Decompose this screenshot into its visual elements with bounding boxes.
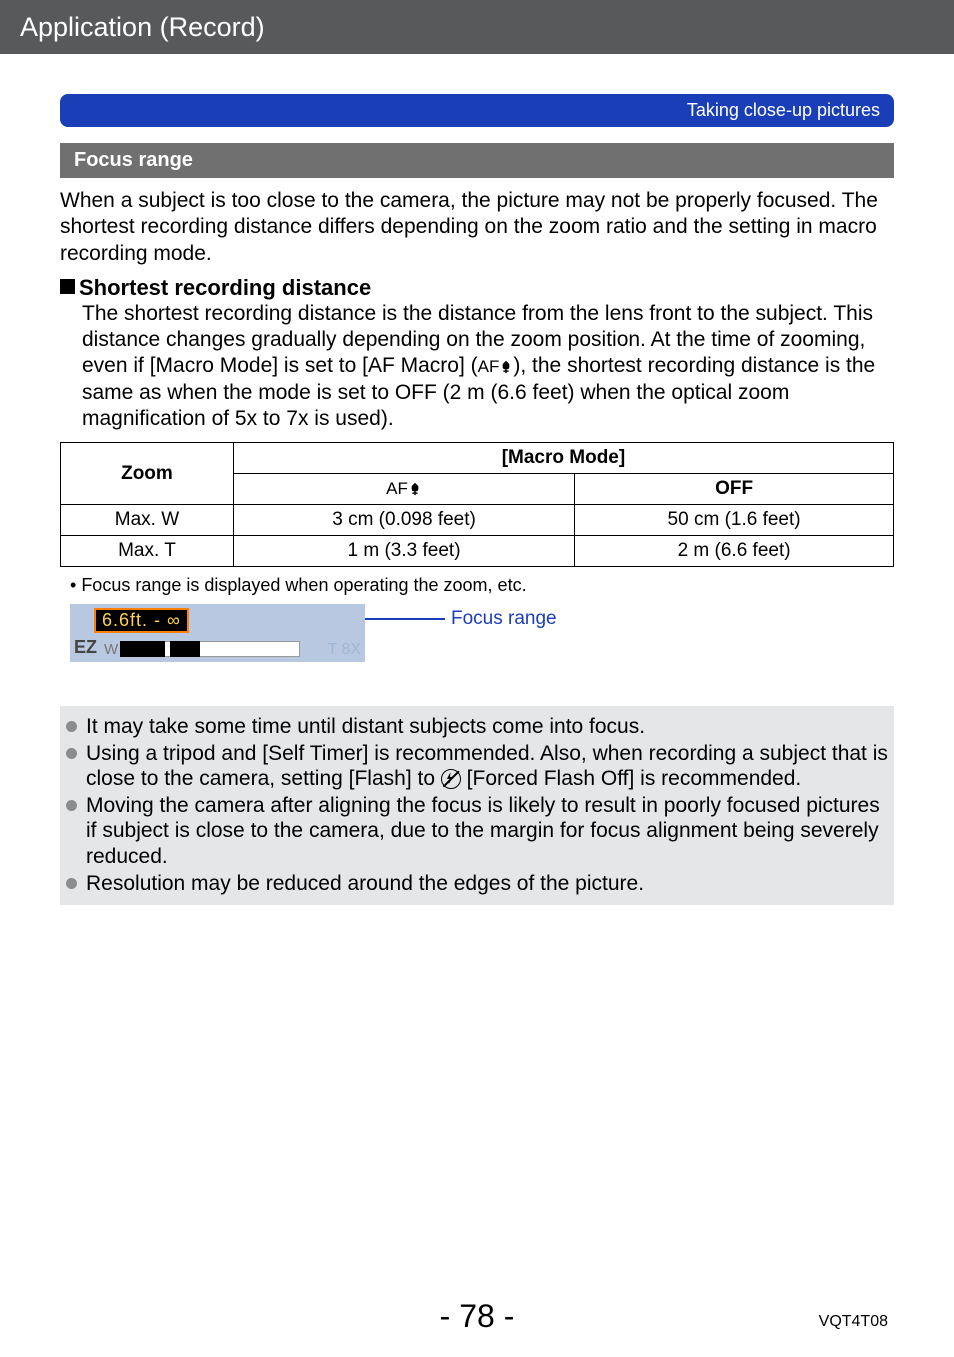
zoom-bar-fill	[120, 641, 165, 657]
bullet-dot-icon	[66, 878, 77, 889]
table-cell-off: 2 m (6.6 feet)	[575, 536, 894, 567]
note-item: Using a tripod and [Self Timer] is recom…	[66, 741, 888, 792]
subsection-heading: Shortest recording distance	[60, 275, 894, 301]
table-cell-afmacro: 3 cm (0.098 feet)	[233, 505, 574, 536]
page-body: Taking close-up pictures Focus range Whe…	[0, 54, 954, 905]
page-number: - 78 -	[0, 1298, 954, 1335]
table-header-off: OFF	[575, 474, 894, 505]
document-code: VQT4T08	[819, 1313, 888, 1331]
intro-paragraph: When a subject is too close to the camer…	[60, 188, 894, 267]
section-title: Application (Record)	[20, 12, 265, 43]
table-header-zoom: Zoom	[61, 443, 234, 505]
notes-box: It may take some time until distant subj…	[60, 706, 894, 905]
tele-label: T 8X	[328, 641, 362, 659]
table-row: Max. W 3 cm (0.098 feet) 50 cm (1.6 feet…	[61, 505, 894, 536]
bullet-dot-icon	[66, 721, 77, 732]
table-header-af-macro: AF	[233, 474, 574, 505]
focus-range-overlay: 6.6ft. - ∞	[94, 608, 189, 633]
square-bullet-icon	[60, 279, 75, 294]
chapter-banner: Taking close-up pictures	[60, 94, 894, 127]
ez-label: EZ	[74, 637, 97, 658]
note-item: It may take some time until distant subj…	[66, 714, 888, 740]
wide-label: W	[104, 641, 118, 658]
bullet-dot-icon	[66, 748, 77, 759]
focus-range-table: Zoom [Macro Mode] AF OFF Max. W 3 cm (0.…	[60, 442, 894, 567]
flash-off-icon	[441, 769, 461, 789]
table-cell-off: 50 cm (1.6 feet)	[575, 505, 894, 536]
bullet-note: • Focus range is displayed when operatin…	[70, 575, 894, 596]
focus-range-graphic: 6.6ft. - ∞ EZ W T 8X Focus range	[70, 604, 894, 662]
table-cell-zoom: Max. W	[61, 505, 234, 536]
af-macro-icon: AF	[478, 357, 514, 376]
focus-range-caption: Focus range	[451, 608, 557, 630]
subsection-text: The shortest recording distance is the d…	[82, 301, 894, 432]
zoom-indicator-diagram: 6.6ft. - ∞ EZ W T 8X	[70, 604, 365, 662]
table-header-macro: [Macro Mode]	[233, 443, 893, 474]
bullet-dot-icon	[66, 800, 77, 811]
table-cell-afmacro: 1 m (3.3 feet)	[233, 536, 574, 567]
note-item: Resolution may be reduced around the edg…	[66, 871, 888, 897]
subsection-title: Shortest recording distance	[79, 275, 371, 300]
table-cell-zoom: Max. T	[61, 536, 234, 567]
section-heading: Focus range	[60, 143, 894, 178]
zoom-bar-segment	[170, 641, 200, 657]
table-row: Max. T 1 m (3.3 feet) 2 m (6.6 feet)	[61, 536, 894, 567]
note-item: Moving the camera after aligning the foc…	[66, 793, 888, 870]
callout-line	[365, 618, 445, 620]
section-header-bar: Application (Record)	[0, 0, 954, 54]
